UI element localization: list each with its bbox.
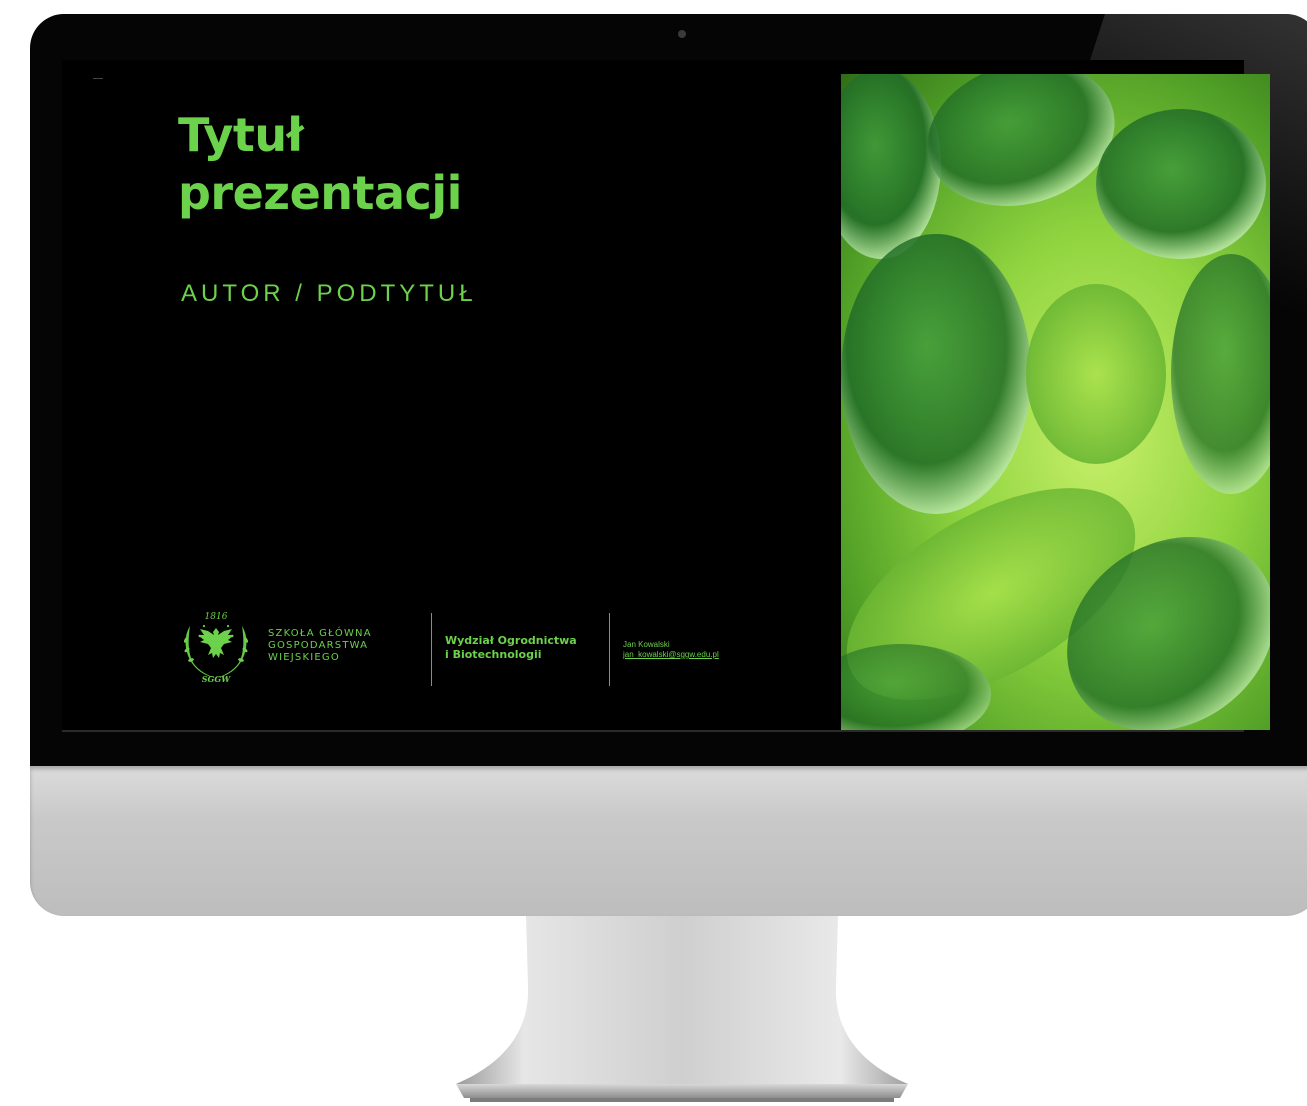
monitor-chin bbox=[30, 766, 1307, 916]
contact-block: Jan Kowalski jan_kowalski@sggw.edu.pl bbox=[623, 640, 719, 660]
university-name-line-3: WIEJSKIEGO bbox=[268, 652, 340, 663]
footer-divider-2 bbox=[609, 613, 610, 686]
department-line-1: Wydział Ogrodnictwa bbox=[445, 634, 577, 647]
department-line-2: i Biotechnologii bbox=[445, 648, 542, 661]
contact-email-link[interactable]: jan_kowalski@sggw.edu.pl bbox=[623, 650, 719, 660]
university-name-line-2: GOSPODARSTWA bbox=[268, 640, 369, 651]
university-name: SZKOŁA GŁÓWNA GOSPODARSTWA WIEJSKIEGO bbox=[268, 628, 372, 664]
monitor-stand bbox=[456, 916, 908, 1102]
camera-icon bbox=[678, 30, 686, 38]
green-plant-macro-photo bbox=[841, 74, 1270, 730]
crest-year: 1816 bbox=[205, 612, 228, 622]
footer-divider-1 bbox=[431, 613, 432, 686]
slide-title[interactable]: Tytuł prezentacji bbox=[178, 106, 598, 222]
sggw-crest-icon: 1816 SGGW bbox=[183, 612, 249, 684]
crest-letters: SGGW bbox=[202, 674, 231, 684]
title-line-2: prezentacji bbox=[178, 166, 462, 220]
photo-texture bbox=[841, 74, 1270, 730]
title-line-1: Tytuł bbox=[178, 108, 304, 162]
university-name-line-1: SZKOŁA GŁÓWNA bbox=[268, 628, 372, 639]
slide-corner-mark bbox=[93, 78, 103, 79]
screen-bottom-edge bbox=[62, 730, 1244, 732]
contact-name: Jan Kowalski bbox=[623, 640, 670, 649]
department-name: Wydział Ogrodnictwa i Biotechnologii bbox=[445, 634, 577, 662]
slide-subtitle[interactable]: AUTOR / PODTYTUŁ bbox=[181, 280, 477, 308]
